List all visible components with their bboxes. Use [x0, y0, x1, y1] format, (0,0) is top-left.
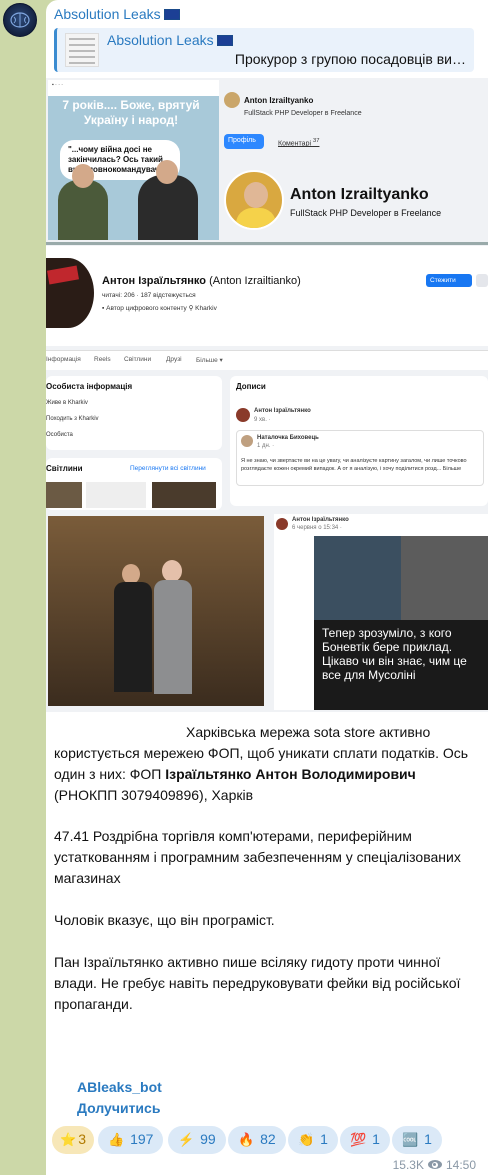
message-meta: 15.3K 14:50 [393, 1158, 476, 1172]
clap-icon: 👏 [298, 1132, 315, 1147]
hundred-icon: 💯 [350, 1132, 367, 1147]
comments-link: Коментарі 37 [278, 138, 320, 148]
brain-logo-icon [10, 12, 30, 28]
avatar [224, 92, 240, 108]
eu-flag-icon [163, 9, 180, 20]
avatar-large [224, 170, 284, 230]
message-paragraph-4: Пан Ізраїльтянко активно пише всіляку ги… [54, 954, 461, 1012]
profile-name-small: Anton Izrailtyanko [244, 96, 314, 105]
tab-reels: Reels [94, 356, 111, 363]
lightning-icon: ⚡ [178, 1132, 195, 1147]
cool-icon: 🆒 [402, 1132, 419, 1147]
meme-image: ▪ · · · 7 років.... Боже, врятуй Україну… [48, 80, 219, 240]
fb-profile-tags: ▪ Автор цифрового контенту ⚲ Kharkiv [102, 305, 217, 312]
profile-name-large: Anton Izrailtyanko [290, 186, 429, 203]
eu-flag-icon [216, 35, 233, 46]
bot-link[interactable]: ABleaks_bot [77, 1079, 162, 1095]
fire-icon: 🔥 [238, 1132, 255, 1147]
star-icon: ⭐ [60, 1132, 77, 1147]
eye-icon [427, 1160, 442, 1169]
reaction-fire[interactable]: 🔥 82 [228, 1126, 286, 1154]
profile-subtitle-large: FullStack PHP Developer в Freelance [290, 208, 442, 218]
message-paragraph-3: Чоловік вказує, що він програміст. [54, 912, 275, 928]
reply-text: Прокурор з групою посадовців ви… [234, 51, 466, 67]
tab-photos: Світлини [124, 356, 152, 363]
message-paragraph-2: 47.41 Роздрібна торгівля комп'ютерами, п… [54, 828, 461, 886]
reaction-lightning[interactable]: ⚡ 99 [168, 1126, 226, 1154]
tab-info: Інформація [46, 356, 81, 363]
channel-title[interactable]: Absolution Leaks [54, 6, 180, 22]
fb-profile-tabs: Інформація Reels Світлини Друзі Більше ▾ [46, 350, 488, 370]
fb-profile-stats: читачі: 206 · 187 відстежується [102, 292, 196, 299]
reply-author: Absolution Leaks [107, 32, 233, 48]
reply-thumbnail [65, 33, 99, 67]
reply-preview[interactable]: Absolution Leaks Прокурор з групою посад… [54, 28, 474, 72]
reaction-thumbs-up[interactable]: 👍 197 [98, 1126, 164, 1154]
fb-profile-name: Антон Ізраїльтянко (Anton Izrailtianko) [102, 275, 301, 287]
profile-button: Профіль [224, 134, 264, 149]
photo-two-men [48, 516, 264, 706]
message-paragraph-1: Харківська мережа sota store активно кор… [54, 724, 469, 803]
post-with-image: Антон Ізраїльтянко 6 червня о 15:34 · Те… [274, 514, 488, 710]
reaction-star[interactable]: ⭐ 3 [52, 1126, 94, 1154]
facebook-profile-header: Антон Ізраїльтянко (Anton Izrailtianko) … [46, 246, 488, 346]
post-image-caption: Тепер зрозуміло, з кого Боневтік бере пр… [322, 626, 467, 682]
channel-avatar[interactable] [3, 3, 37, 37]
tab-more: Більше ▾ [196, 357, 223, 364]
join-link[interactable]: Долучитись [77, 1100, 160, 1116]
thumbs-up-icon: 👍 [108, 1132, 125, 1147]
info-card: Особиста інформація Живе в Kharkiv Поход… [46, 376, 222, 450]
attached-screenshot[interactable]: ▪ · · · 7 років.... Боже, врятуй Україну… [46, 78, 488, 712]
tab-friends: Друзі [166, 356, 182, 363]
meme-caption: 7 років.... Боже, врятуй Україну і народ… [62, 98, 200, 127]
fb-follow-button: Стежити [426, 274, 472, 287]
posts-card: Дописи Антон Ізраїльтянко 9 хв. · Натало… [230, 376, 488, 506]
reaction-clap[interactable]: 👏 1 [288, 1126, 338, 1154]
avatar [46, 258, 94, 328]
profile-subtitle-small: FullStack PHP Developer в Freelance [244, 110, 362, 117]
reaction-cool[interactable]: 🆒 1 [392, 1126, 442, 1154]
reaction-hundred[interactable]: 💯 1 [340, 1126, 390, 1154]
photos-card: Світлини Переглянути всі світлини [46, 458, 222, 510]
message-time: 14:50 [445, 1158, 476, 1172]
view-count: 15.3K [392, 1158, 424, 1172]
